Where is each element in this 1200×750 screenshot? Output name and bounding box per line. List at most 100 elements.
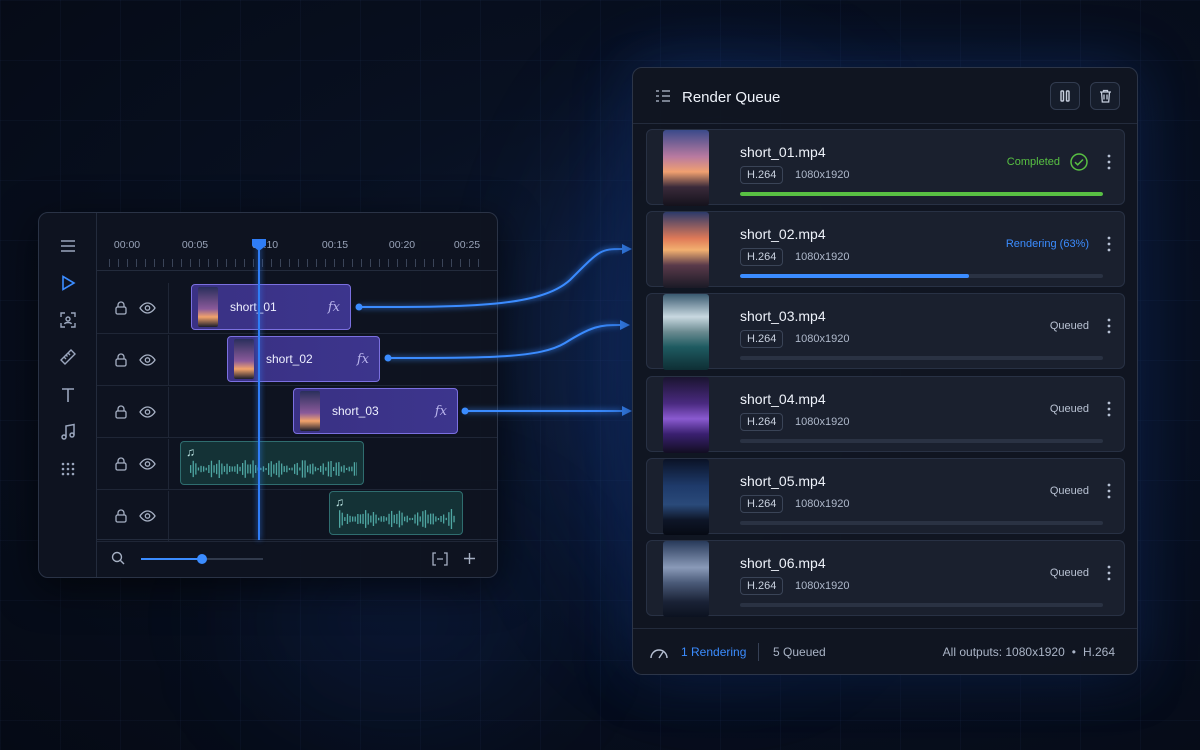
job-status: Queued bbox=[1049, 320, 1089, 333]
audio-waveform bbox=[339, 509, 455, 529]
audio-clip[interactable]: ♫ bbox=[329, 491, 463, 535]
eye-icon[interactable] bbox=[139, 509, 156, 523]
job-resolution: 1080x1920 bbox=[795, 251, 850, 264]
text-icon[interactable] bbox=[53, 380, 83, 410]
job-filename: short_04.mp4 bbox=[740, 390, 826, 407]
fx-icon[interactable]: fx bbox=[328, 300, 340, 315]
lock-icon[interactable] bbox=[115, 353, 127, 367]
job-filename: short_03.mp4 bbox=[740, 308, 826, 325]
playhead-line[interactable] bbox=[258, 246, 260, 540]
eye-icon[interactable] bbox=[139, 353, 156, 367]
track-controls bbox=[97, 283, 169, 333]
zoom-icon[interactable] bbox=[111, 551, 125, 565]
fx-icon[interactable]: fx bbox=[357, 352, 369, 367]
video-clip[interactable]: short_03 fx bbox=[293, 388, 458, 434]
pause-button[interactable] bbox=[1050, 82, 1080, 110]
render-job-card[interactable]: short_03.mp4 H.264 1080x1920 Queued bbox=[646, 293, 1125, 371]
ruler-ticks bbox=[109, 259, 485, 267]
output-codec: H.264 bbox=[1082, 645, 1115, 659]
job-resolution: 1080x1920 bbox=[795, 497, 850, 510]
job-status: Queued bbox=[1049, 402, 1089, 415]
ruler-tick: 00:15 bbox=[321, 239, 349, 251]
video-clip[interactable]: short_01 fx bbox=[191, 284, 351, 330]
more-options-icon[interactable] bbox=[1106, 400, 1112, 418]
music-icon[interactable] bbox=[53, 417, 83, 447]
lock-icon[interactable] bbox=[115, 301, 127, 315]
render-queue-header: Render Queue bbox=[633, 68, 1137, 124]
track-controls bbox=[97, 439, 169, 489]
menu-icon[interactable] bbox=[53, 231, 83, 261]
clip-thumbnail bbox=[234, 339, 254, 379]
job-status: Completed bbox=[1006, 156, 1060, 168]
track-controls bbox=[97, 335, 169, 385]
rendering-count: 1 Rendering bbox=[681, 645, 747, 659]
render-job-card[interactable]: short_05.mp4 H.264 1080x1920 Queued bbox=[646, 457, 1125, 535]
queued-count: 5 Queued bbox=[773, 645, 826, 659]
more-options-icon[interactable] bbox=[1106, 153, 1112, 171]
job-progress-bar bbox=[740, 192, 1103, 196]
render-job-card[interactable]: short_02.mp4 H.264 1080x1920 Rendering (… bbox=[646, 211, 1125, 289]
render-job-card[interactable]: short_06.mp4 H.264 1080x1920 Queued bbox=[646, 540, 1125, 617]
codec-badge: H.264 bbox=[740, 577, 784, 595]
delete-button[interactable] bbox=[1090, 82, 1120, 110]
trash-icon bbox=[1099, 89, 1111, 103]
job-thumbnail bbox=[663, 294, 709, 371]
job-thumbnail bbox=[663, 458, 709, 535]
eye-icon[interactable] bbox=[139, 457, 156, 471]
job-status: Rendering (63%) bbox=[1005, 238, 1089, 251]
music-note-icon: ♫ bbox=[335, 495, 344, 509]
crop-icon[interactable] bbox=[53, 305, 83, 335]
render-job-card[interactable]: short_01.mp4 H.264 1080x1920 Completed bbox=[646, 129, 1125, 206]
more-options-icon[interactable] bbox=[1106, 235, 1112, 253]
codec-badge: H.264 bbox=[740, 166, 784, 184]
clip-thumbnail bbox=[300, 391, 320, 431]
video-clip[interactable]: short_02 fx bbox=[227, 336, 380, 382]
render-queue-footer: 1 Rendering 5 Queued All outputs: 1080x1… bbox=[633, 628, 1137, 674]
more-options-icon[interactable] bbox=[1106, 482, 1112, 500]
more-options-icon[interactable] bbox=[1106, 564, 1112, 582]
timeline-toolbar bbox=[39, 213, 97, 577]
render-queue-title: Render Queue bbox=[682, 89, 781, 106]
eye-icon[interactable] bbox=[139, 301, 156, 315]
ruler-icon[interactable] bbox=[53, 342, 83, 372]
timeline-ruler[interactable]: 00:00 00:05 00:10 00:15 00:20 00:25 bbox=[97, 213, 497, 271]
track-controls bbox=[97, 387, 169, 437]
job-progress-fill bbox=[740, 192, 1103, 196]
lock-icon[interactable] bbox=[115, 509, 127, 523]
footer-divider bbox=[758, 643, 759, 661]
job-status: Queued bbox=[1049, 484, 1089, 497]
grid-icon[interactable] bbox=[53, 454, 83, 484]
fit-icon[interactable] bbox=[432, 552, 448, 566]
fx-icon[interactable]: fx bbox=[435, 404, 447, 419]
job-thumbnail bbox=[663, 541, 709, 617]
lock-icon[interactable] bbox=[115, 457, 127, 471]
job-resolution: 1080x1920 bbox=[795, 415, 850, 428]
zoom-slider[interactable] bbox=[141, 554, 263, 564]
job-filename: short_06.mp4 bbox=[740, 555, 826, 571]
play-icon[interactable] bbox=[53, 268, 83, 298]
zoom-slider-handle[interactable] bbox=[197, 554, 207, 564]
job-resolution: 1080x1920 bbox=[795, 580, 850, 592]
render-job-card[interactable]: short_04.mp4 H.264 1080x1920 Queued bbox=[646, 375, 1125, 453]
separator-dot: • bbox=[1071, 645, 1076, 659]
track-controls bbox=[97, 491, 169, 541]
output-settings: All outputs: 1080x1920 • H.264 bbox=[943, 645, 1115, 659]
job-progress-bar bbox=[740, 520, 1103, 525]
codec-badge: H.264 bbox=[740, 248, 784, 267]
job-resolution: 1080x1920 bbox=[795, 169, 850, 181]
more-options-icon[interactable] bbox=[1106, 317, 1112, 335]
clip-label: short_01 bbox=[230, 300, 277, 314]
audio-clip[interactable]: ♫ bbox=[180, 441, 364, 485]
lock-icon[interactable] bbox=[115, 405, 127, 419]
job-resolution: 1080x1920 bbox=[795, 333, 850, 346]
job-filename: short_02.mp4 bbox=[740, 226, 826, 243]
pause-icon bbox=[1060, 90, 1070, 102]
add-icon[interactable] bbox=[463, 552, 476, 565]
ruler-tick: 00:20 bbox=[388, 239, 416, 251]
codec-badge: H.264 bbox=[740, 412, 784, 431]
timeline-panel: 00:00 00:05 00:10 00:15 00:20 00:25 bbox=[38, 212, 498, 578]
eye-icon[interactable] bbox=[139, 405, 156, 419]
ruler-tick: 00:00 bbox=[113, 239, 141, 251]
output-resolution: All outputs: 1080x1920 bbox=[942, 645, 1065, 659]
gauge-icon bbox=[650, 649, 668, 659]
